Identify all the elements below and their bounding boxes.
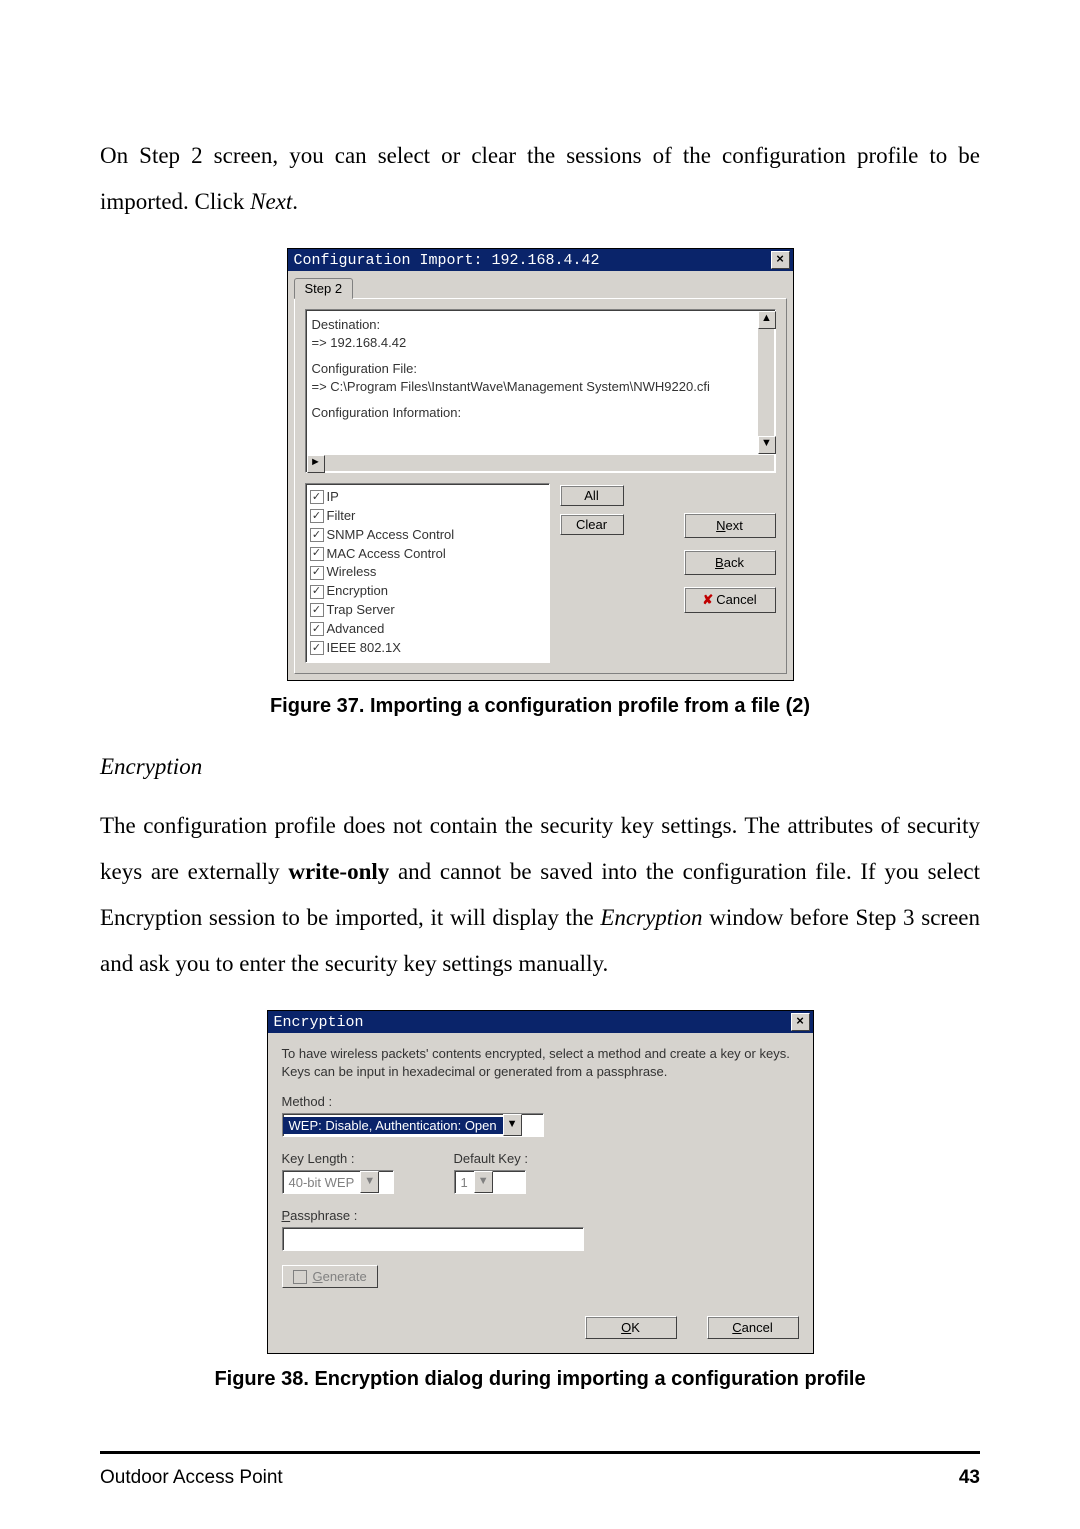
encryption-titlebar: Encryption ×: [268, 1011, 813, 1033]
intro-text: On Step 2 screen, you can select or clea…: [100, 143, 980, 214]
key-length-label: Key Length :: [282, 1151, 394, 1166]
clear-button[interactable]: Clear: [560, 514, 624, 535]
footer-left: Outdoor Access Point: [100, 1467, 283, 1489]
method-value: WEP: Disable, Authentication: Open: [283, 1117, 503, 1134]
encryption-dialog: Encryption × To have wireless packets' c…: [267, 1010, 814, 1354]
next-button[interactable]: Next: [684, 513, 776, 538]
default-key-label: Default Key :: [454, 1151, 528, 1166]
vertical-scrollbar[interactable]: ▲ ▼: [758, 311, 774, 454]
ok-button[interactable]: OK: [585, 1316, 677, 1339]
intro-next: Next: [250, 189, 292, 214]
intro-paragraph: On Step 2 screen, you can select or clea…: [100, 133, 980, 225]
default-key-value: 1: [455, 1174, 474, 1191]
check-trap-server[interactable]: ✓Trap Server: [310, 601, 545, 620]
chevron-down-icon[interactable]: ▼: [474, 1171, 493, 1193]
figure38-wrap: Encryption × To have wireless packets' c…: [100, 1010, 980, 1354]
all-button[interactable]: All: [560, 485, 624, 506]
page-footer: Outdoor Access Point 43: [100, 1467, 980, 1489]
passphrase-label: Passphrase :: [282, 1208, 799, 1223]
dialog-titlebar: Configuration Import: 192.168.4.42 ×: [288, 249, 793, 271]
key-length-select[interactable]: 40-bit WEP ▼: [282, 1170, 394, 1194]
back-button[interactable]: Back: [684, 550, 776, 575]
scroll-down-icon[interactable]: ▼: [758, 436, 776, 454]
encryption-paragraph: The configuration profile does not conta…: [100, 803, 980, 987]
default-key-select[interactable]: 1 ▼: [454, 1170, 526, 1194]
figure37-caption: Figure 37. Importing a configuration pro…: [100, 695, 980, 718]
encryption-description: To have wireless packets' contents encry…: [282, 1045, 799, 1080]
key-length-value: 40-bit WEP: [283, 1174, 361, 1191]
method-select[interactable]: WEP: Disable, Authentication: Open ▼: [282, 1113, 544, 1137]
check-ieee8021x[interactable]: ✓IEEE 802.1X: [310, 639, 545, 658]
check-encryption[interactable]: ✓Encryption: [310, 582, 545, 601]
generate-checkbox-icon: [293, 1270, 307, 1284]
chevron-down-icon[interactable]: ▼: [503, 1114, 522, 1136]
tab-step2[interactable]: Step 2: [294, 278, 354, 299]
encryption-dialog-title: Encryption: [274, 1014, 364, 1031]
cancel-button[interactable]: Cancel: [707, 1316, 799, 1339]
check-ip[interactable]: ✓IP: [310, 488, 545, 507]
generate-button[interactable]: Generate: [282, 1265, 378, 1288]
figure37-wrap: Configuration Import: 192.168.4.42 × Ste…: [100, 248, 980, 681]
page-number: 43: [959, 1467, 980, 1489]
check-mac-access-control[interactable]: ✓MAC Access Control: [310, 545, 545, 564]
x-icon: ✘: [702, 592, 713, 607]
footer-rule: [100, 1451, 980, 1454]
scroll-up-icon[interactable]: ▲: [758, 311, 776, 329]
method-label: Method :: [282, 1094, 799, 1109]
config-info-label: Configuration Information:: [312, 404, 757, 422]
cancel-button[interactable]: ✘Cancel: [684, 587, 776, 613]
config-file-label: Configuration File:: [312, 360, 757, 378]
check-wireless[interactable]: ✓Wireless: [310, 563, 545, 582]
config-import-dialog: Configuration Import: 192.168.4.42 × Ste…: [287, 248, 794, 681]
config-info-box: Destination: => 192.168.4.42 Configurati…: [305, 309, 776, 473]
close-icon[interactable]: ×: [791, 1013, 810, 1031]
figure38-caption: Figure 38. Encryption dialog during impo…: [100, 1368, 980, 1391]
dialog-title: Configuration Import: 192.168.4.42: [294, 252, 600, 269]
config-file-value: => C:\Program Files\InstantWave\Manageme…: [312, 378, 757, 396]
destination-value: => 192.168.4.42: [312, 334, 757, 352]
check-filter[interactable]: ✓Filter: [310, 507, 545, 526]
check-advanced[interactable]: ✓Advanced: [310, 620, 545, 639]
chevron-down-icon[interactable]: ▼: [360, 1171, 379, 1193]
destination-label: Destination:: [312, 316, 757, 334]
encryption-heading: Encryption: [100, 754, 980, 780]
scroll-right-icon[interactable]: ►: [307, 455, 325, 473]
session-checklist[interactable]: ✓IP ✓Filter ✓SNMP Access Control ✓MAC Ac…: [305, 483, 550, 663]
intro-period: .: [292, 189, 298, 214]
horizontal-scrollbar[interactable]: ◄ ►: [307, 455, 774, 471]
passphrase-input[interactable]: [282, 1227, 584, 1251]
check-snmp-access-control[interactable]: ✓SNMP Access Control: [310, 526, 545, 545]
close-icon[interactable]: ×: [771, 251, 790, 269]
